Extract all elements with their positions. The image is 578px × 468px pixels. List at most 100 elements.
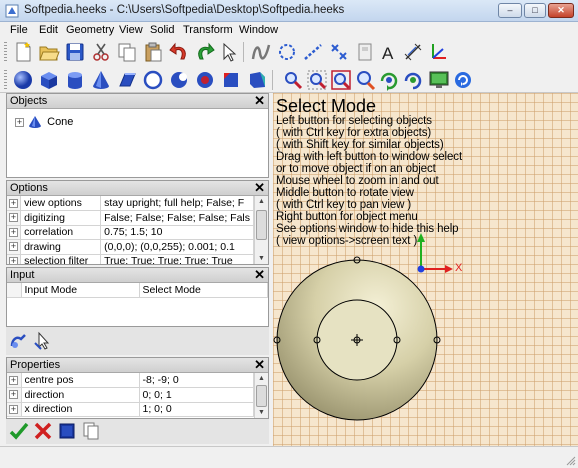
graphics-canvas[interactable]: Select Mode Left button for selecting ob… — [273, 93, 578, 446]
menu-file[interactable]: File — [10, 24, 28, 36]
property-value[interactable]: stay upright; full help; False; F — [100, 196, 254, 211]
cut-solid-icon[interactable] — [168, 69, 190, 91]
row-expander[interactable]: + — [9, 213, 18, 223]
redraw-icon[interactable] — [452, 69, 474, 91]
row-expander[interactable]: + — [9, 404, 18, 414]
property-value[interactable]: True; True; True; True; True — [100, 254, 254, 264]
input-value[interactable]: Select Mode — [139, 283, 268, 298]
property-row[interactable]: + correlation 0.75; 1.5; 10 — [7, 225, 254, 240]
menu-edit[interactable]: Edit — [39, 24, 58, 36]
scroll-up-icon[interactable]: ▲ — [257, 374, 266, 383]
paste-icon[interactable] — [142, 41, 164, 63]
property-row[interactable]: + selection filter True; True; True; True;… — [7, 254, 254, 264]
objects-panel-close-icon[interactable]: ✕ — [254, 94, 265, 109]
scroll-down-icon[interactable]: ▼ — [257, 254, 266, 263]
circles-icon[interactable] — [276, 41, 298, 63]
menu-window[interactable]: Window — [239, 24, 278, 36]
maximize-button[interactable]: □ — [524, 3, 546, 18]
spline-icon[interactable] — [250, 41, 272, 63]
row-expander[interactable]: + — [9, 390, 18, 400]
toolbar-grip[interactable] — [4, 70, 7, 90]
open-folder-icon[interactable] — [38, 41, 60, 63]
select-arrow-icon[interactable] — [218, 41, 240, 63]
property-row[interactable]: + view options stay upright; full help; Fa… — [7, 196, 254, 211]
menu-view[interactable]: View — [119, 24, 143, 36]
property-row[interactable]: + centre pos -8; -9; 0 — [7, 373, 254, 388]
property-row[interactable]: + direction 0; 0; 1 — [7, 387, 254, 403]
menu-geometry[interactable]: Geometry — [66, 24, 114, 36]
objects-panel-header: Objects ✕ — [7, 94, 268, 109]
menu-solid[interactable]: Solid — [150, 24, 174, 36]
solid-cube-icon[interactable] — [57, 421, 77, 441]
property-value[interactable]: False; False; False; False; Fals — [100, 210, 254, 226]
save-icon[interactable] — [64, 41, 86, 63]
line-icon[interactable] — [302, 41, 324, 63]
rotate-view-icon[interactable] — [378, 69, 400, 91]
pan-view-icon[interactable] — [402, 69, 424, 91]
row-expander[interactable]: + — [9, 256, 18, 264]
copy-icon[interactable] — [116, 41, 138, 63]
cylinder-icon[interactable] — [64, 69, 86, 91]
cancel-x-icon[interactable] — [33, 421, 53, 441]
fuse-icon[interactable] — [142, 69, 164, 91]
close-button[interactable]: ✕ — [548, 3, 574, 18]
coordinate-system-icon[interactable] — [428, 41, 450, 63]
cube-icon[interactable] — [38, 69, 60, 91]
input-row[interactable]: Input Mode Select Mode — [7, 283, 268, 298]
property-name: correlation — [20, 225, 102, 240]
menu-transform[interactable]: Transform — [183, 24, 233, 36]
full-screen-icon[interactable] — [428, 69, 450, 91]
undo-icon[interactable] — [168, 41, 190, 63]
property-value[interactable]: 1; 0; 0 — [139, 402, 254, 417]
help-line: ( with Ctrl key to pan view ) — [276, 199, 412, 211]
file-icon[interactable] — [354, 41, 376, 63]
cone-model[interactable] — [273, 253, 448, 428]
property-value[interactable]: 0.75; 1.5; 10 — [100, 225, 254, 240]
tree-expander[interactable]: + — [15, 117, 24, 127]
select-cursor-icon[interactable] — [33, 331, 53, 351]
property-value[interactable]: 0; 0; 1 — [139, 387, 254, 403]
sphere-icon[interactable] — [12, 69, 34, 91]
tree-item-cone[interactable]: + Cone — [15, 116, 73, 130]
property-row[interactable]: + digitizing False; False; False; False; F… — [7, 210, 254, 226]
row-expander[interactable]: + — [9, 242, 18, 252]
scroll-up-icon[interactable]: ▲ — [257, 197, 266, 206]
common-icon[interactable] — [194, 69, 216, 91]
zoom-icon[interactable] — [282, 69, 304, 91]
cone-icon[interactable] — [90, 69, 112, 91]
property-row[interactable]: + x direction 1; 0; 0 — [7, 402, 254, 417]
toolbar-grip[interactable] — [4, 42, 7, 62]
apply-check-icon[interactable] — [9, 421, 29, 441]
point-icon[interactable] — [328, 41, 350, 63]
options-panel-close-icon[interactable]: ✕ — [254, 181, 265, 196]
text-icon[interactable]: A — [378, 41, 400, 63]
zoom-window-icon[interactable] — [306, 69, 328, 91]
pick-point-icon[interactable] — [9, 331, 29, 351]
options-scrollbar[interactable]: ▲ ▼ — [254, 196, 268, 264]
extrude-icon[interactable] — [116, 69, 138, 91]
property-value[interactable]: -8; -9; 0 — [139, 373, 254, 388]
scroll-thumb[interactable] — [256, 210, 267, 240]
scroll-thumb[interactable] — [256, 385, 267, 407]
redo-icon[interactable] — [194, 41, 216, 63]
properties-panel-close-icon[interactable]: ✕ — [254, 358, 265, 373]
properties-tools — [6, 419, 269, 444]
property-row[interactable]: + drawing (0,0,0); (0,0,255); 0.001; 0.1 — [7, 239, 254, 255]
fit-view-icon[interactable] — [330, 69, 352, 91]
scroll-down-icon[interactable]: ▼ — [257, 408, 266, 417]
row-expander[interactable]: + — [9, 227, 18, 237]
row-expander[interactable]: + — [9, 375, 18, 385]
minimize-button[interactable]: – — [498, 3, 522, 18]
row-expander[interactable]: + — [9, 198, 18, 208]
input-panel-close-icon[interactable]: ✕ — [254, 268, 265, 283]
properties-scrollbar[interactable]: ▲ ▼ — [254, 373, 268, 418]
chamfer-icon[interactable] — [220, 69, 242, 91]
cut-icon[interactable] — [90, 41, 112, 63]
dimension-icon[interactable] — [402, 41, 424, 63]
magnify-icon[interactable] — [354, 69, 376, 91]
property-value[interactable]: (0,0,0); (0,0,255); 0.001; 0.1 — [100, 239, 254, 255]
fillet-icon[interactable] — [246, 69, 268, 91]
resize-grip-icon[interactable] — [564, 454, 576, 466]
copy-pages-icon[interactable] — [81, 421, 101, 441]
new-file-icon[interactable] — [12, 41, 34, 63]
